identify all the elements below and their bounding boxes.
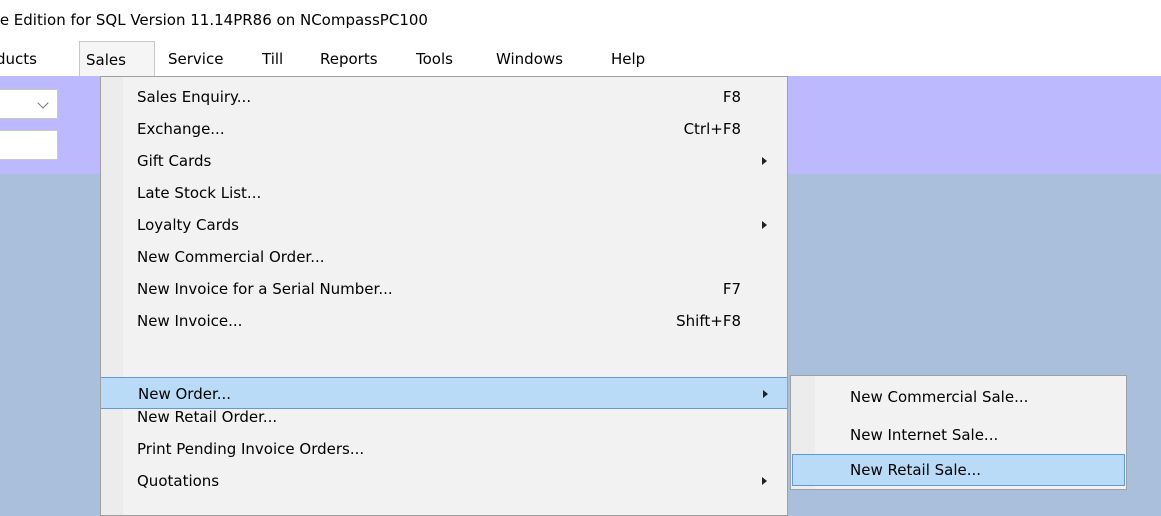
menu-windows[interactable]: Windows <box>496 42 563 76</box>
menu-item-label: Print Pending Invoice Orders... <box>137 440 365 458</box>
menu-item-new-invoice-serial[interactable]: New Invoice for a Serial Number... F7 <box>101 273 787 305</box>
menu-item-label: New Internet Sale... <box>850 426 999 444</box>
menu-item-label: New Commercial Sale... <box>850 388 1029 406</box>
chevron-down-icon[interactable] <box>37 97 49 109</box>
menu-item-label: New Commercial Order... <box>137 248 325 266</box>
menu-item-shortcut: F8 <box>722 88 741 106</box>
sales-menu: Sales Enquiry... F8 Exchange... Ctrl+F8 … <box>100 76 788 516</box>
menu-reports[interactable]: Reports <box>320 42 378 76</box>
menu-item-new-invoice[interactable]: New Invoice... Shift+F8 <box>101 305 787 337</box>
menu-item-label: New Retail Order... <box>137 408 278 426</box>
menu-bar: ducts Sales Service Till Reports Tools W… <box>0 41 1161 77</box>
menu-item-shortcut: Ctrl+F8 <box>683 120 741 138</box>
menu-item-label: Gift Cards <box>137 152 212 170</box>
menu-service[interactable]: Service <box>168 42 223 76</box>
menu-help[interactable]: Help <box>611 42 645 76</box>
dropdown-combo[interactable] <box>0 89 58 119</box>
menu-item-label: New Retail Sale... <box>850 461 982 479</box>
menu-item-shortcut: Shift+F8 <box>676 312 741 330</box>
submenu-arrow-icon <box>763 390 768 398</box>
submenu-arrow-icon <box>762 157 767 165</box>
menu-item-label: Sales Enquiry... <box>137 88 252 106</box>
menu-item-loyalty-cards[interactable]: Loyalty Cards <box>101 209 787 241</box>
menu-item-new-commercial-order[interactable]: New Commercial Order... <box>101 241 787 273</box>
menu-item-shortcut: F7 <box>722 280 741 298</box>
menu-item-print-pending[interactable]: Print Pending Invoice Orders... <box>101 433 787 465</box>
menu-till[interactable]: Till <box>262 42 283 76</box>
new-order-submenu: New Commercial Sale... New Internet Sale… <box>790 375 1127 490</box>
menu-item-quotations[interactable]: Quotations <box>101 465 787 497</box>
menu-sales[interactable]: Sales <box>79 41 155 77</box>
menu-item-sales-enquiry[interactable]: Sales Enquiry... F8 <box>101 81 787 113</box>
title-bar: se Edition for SQL Version 11.14PR86 on … <box>0 0 1161 42</box>
submenu-arrow-icon <box>762 477 767 485</box>
window-title: se Edition for SQL Version 11.14PR86 on … <box>0 11 428 29</box>
menu-item-label: Quotations <box>137 472 220 490</box>
submenu-item-new-retail-sale[interactable]: New Retail Sale... <box>792 454 1125 486</box>
menu-item-label: New Invoice... <box>137 312 243 330</box>
menu-item-gift-cards[interactable]: Gift Cards <box>101 145 787 177</box>
menu-tools[interactable]: Tools <box>416 42 453 76</box>
menu-item-new-retail-order[interactable]: New Retail Order... <box>101 401 787 433</box>
submenu-arrow-icon <box>762 221 767 229</box>
submenu-item-new-internet-sale[interactable]: New Internet Sale... <box>792 419 1125 451</box>
menu-item-label: Loyalty Cards <box>137 216 239 234</box>
menu-item-label: Late Stock List... <box>137 184 262 202</box>
menu-item-exchange[interactable]: Exchange... Ctrl+F8 <box>101 113 787 145</box>
menu-products[interactable]: ducts <box>0 42 37 76</box>
menu-item-label: Exchange... <box>137 120 225 138</box>
menu-item-late-stock-list[interactable]: Late Stock List... <box>101 177 787 209</box>
menu-item-label: New Invoice for a Serial Number... <box>137 280 393 298</box>
submenu-item-new-commercial-sale[interactable]: New Commercial Sale... <box>792 381 1125 413</box>
text-input[interactable] <box>0 130 58 160</box>
